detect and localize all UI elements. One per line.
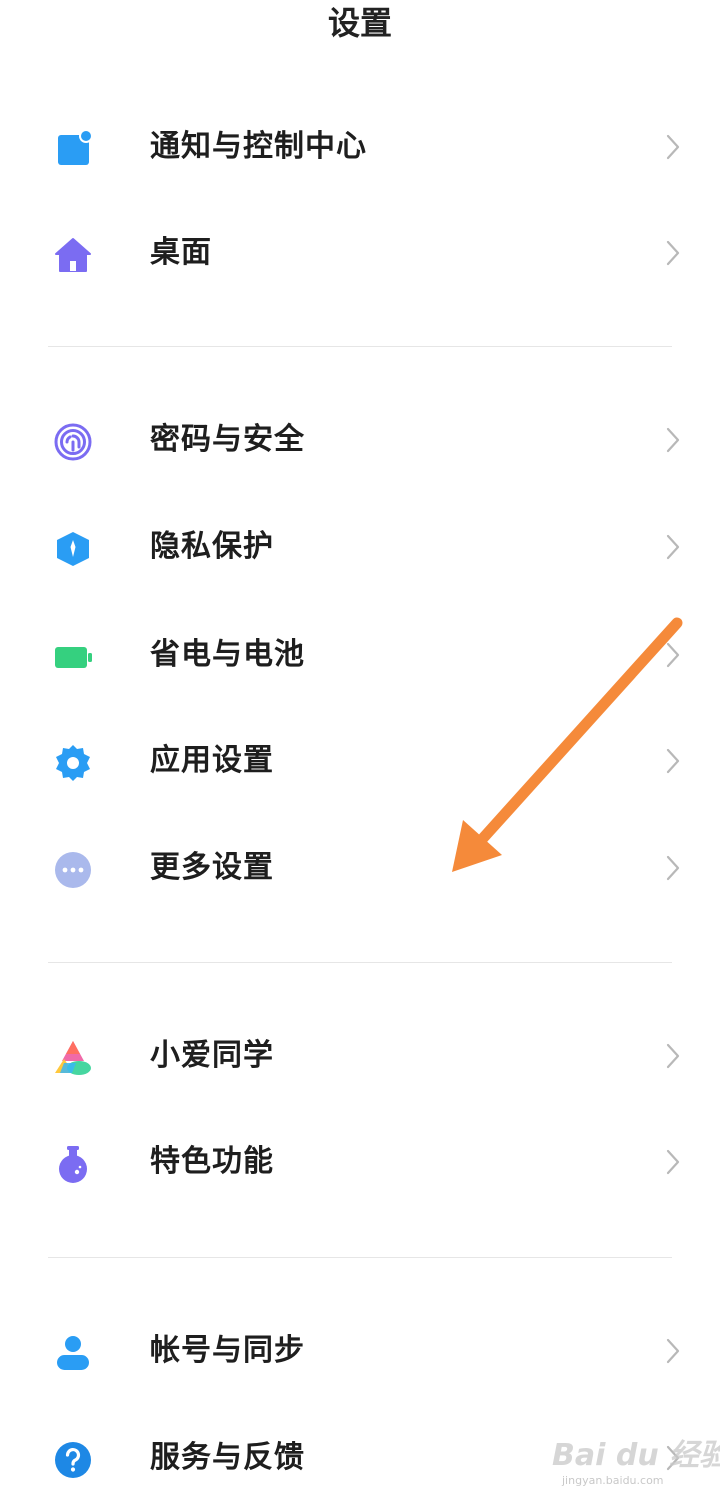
section-divider bbox=[48, 346, 672, 347]
chevron-right-icon bbox=[662, 1147, 684, 1177]
more-icon bbox=[52, 849, 94, 891]
section-divider bbox=[48, 962, 672, 963]
chevron-right-icon bbox=[662, 1336, 684, 1366]
app-gear-icon bbox=[52, 742, 94, 784]
chevron-right-icon bbox=[662, 238, 684, 268]
settings-item-desktop[interactable]: 桌面 bbox=[0, 201, 720, 305]
xiaoai-assistant-icon bbox=[52, 1037, 94, 1079]
settings-item-notification-control-center[interactable]: 通知与控制中心 bbox=[0, 95, 720, 199]
settings-item-more-settings[interactable]: 更多设置 bbox=[0, 816, 720, 920]
settings-item-password-security[interactable]: 密码与安全 bbox=[0, 388, 720, 492]
home-icon bbox=[52, 234, 94, 276]
settings-item-label: 密码与安全 bbox=[150, 422, 305, 457]
battery-icon bbox=[52, 636, 94, 678]
chevron-right-icon bbox=[662, 1443, 684, 1473]
settings-item-label: 通知与控制中心 bbox=[150, 129, 367, 164]
account-icon bbox=[52, 1332, 94, 1374]
settings-item-label: 小爱同学 bbox=[150, 1038, 274, 1073]
settings-item-label: 隐私保护 bbox=[150, 529, 274, 564]
settings-item-app-settings[interactable]: 应用设置 bbox=[0, 709, 720, 813]
fingerprint-icon bbox=[52, 421, 94, 463]
settings-item-privacy-protection[interactable]: 隐私保护 bbox=[0, 495, 720, 599]
settings-item-label: 省电与电池 bbox=[150, 637, 305, 672]
chevron-right-icon bbox=[662, 1041, 684, 1071]
chevron-right-icon bbox=[662, 132, 684, 162]
settings-item-label: 帐号与同步 bbox=[150, 1333, 305, 1368]
chevron-right-icon bbox=[662, 853, 684, 883]
settings-item-power-battery[interactable]: 省电与电池 bbox=[0, 603, 720, 707]
section-divider bbox=[48, 1257, 672, 1258]
chevron-right-icon bbox=[662, 532, 684, 562]
settings-item-label: 特色功能 bbox=[150, 1144, 274, 1179]
settings-item-special-features[interactable]: 特色功能 bbox=[0, 1110, 720, 1214]
notification-icon bbox=[52, 128, 94, 170]
chevron-right-icon bbox=[662, 640, 684, 670]
chevron-right-icon bbox=[662, 746, 684, 776]
page-title: 设置 bbox=[327, 4, 392, 42]
settings-item-xiaoai[interactable]: 小爱同学 bbox=[0, 1004, 720, 1108]
help-icon bbox=[52, 1439, 94, 1481]
privacy-shield-icon bbox=[52, 528, 94, 570]
settings-item-label: 更多设置 bbox=[150, 850, 274, 885]
flask-icon bbox=[52, 1143, 94, 1185]
settings-item-label: 应用设置 bbox=[150, 743, 274, 778]
settings-item-label: 服务与反馈 bbox=[150, 1440, 305, 1475]
settings-item-label: 桌面 bbox=[150, 235, 212, 270]
chevron-right-icon bbox=[662, 425, 684, 455]
settings-item-account-sync[interactable]: 帐号与同步 bbox=[0, 1299, 720, 1403]
settings-item-service-feedback[interactable]: 服务与反馈 bbox=[0, 1406, 720, 1510]
